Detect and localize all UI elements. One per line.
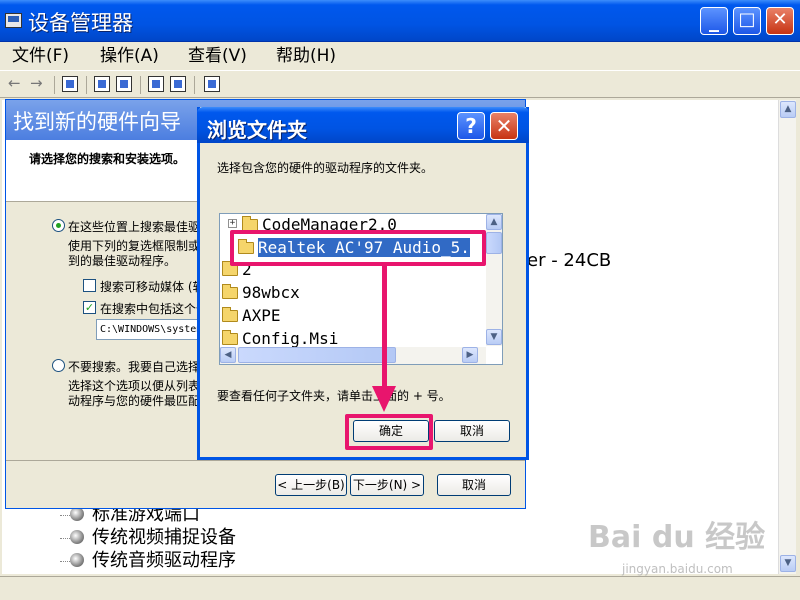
expand-plus-icon[interactable]: + — [228, 219, 237, 228]
folder-name: 98wbcx — [242, 283, 300, 302]
folder-item[interactable]: 98wbcx — [222, 282, 300, 304]
dialog-title-bar[interactable]: 浏览文件夹 ? ✕ — [197, 107, 529, 143]
scroll-thumb[interactable] — [486, 232, 502, 254]
tree-item-label: 传统视频捕捉设备 — [92, 527, 236, 548]
main-vertical-scrollbar[interactable]: ▲ ▼ — [778, 100, 796, 574]
help-icon[interactable] — [148, 76, 164, 92]
dialog-hint: 要查看任何子文件夹，请单击上面的 + 号。 — [217, 389, 451, 403]
main-title-bar[interactable]: 设备管理器 _ □ ✕ — [0, 0, 800, 42]
dialog-cancel-button[interactable]: 取消 — [434, 420, 510, 442]
toolbar: ← → — [0, 70, 800, 98]
folder-item[interactable]: AXPE — [222, 305, 281, 327]
tree-connector — [60, 561, 70, 562]
device-icon — [70, 530, 84, 544]
checkbox-removable-label[interactable]: 搜索可移动媒体 (软 — [100, 278, 205, 295]
tree-item-audio-drivers[interactable]: 传统音频驱动程序 — [70, 549, 236, 573]
baidu-watermark-url: jingyan.baidu.com — [622, 562, 733, 576]
scroll-down-arrow-icon[interactable]: ▼ — [486, 329, 502, 345]
dialog-instruction: 选择包含您的硬件的驱动程序的文件夹。 — [217, 161, 434, 175]
toolbar-separator — [194, 76, 195, 94]
tree-horizontal-scrollbar[interactable]: ◀ ▶ — [220, 347, 486, 364]
forward-arrow-icon[interactable]: → — [30, 75, 46, 91]
option-manual-label[interactable]: 不要搜索。我要自己选择 — [68, 358, 200, 375]
maximize-button[interactable]: □ — [733, 7, 761, 35]
tree-connector — [60, 515, 70, 516]
toolbar-separator — [140, 76, 141, 94]
dialog-title: 浏览文件夹 — [207, 118, 307, 142]
wizard-header-text: 请选择您的搜索和安装选项。 — [29, 152, 186, 166]
back-button[interactable]: < 上一步(B) — [275, 474, 347, 496]
annotation-arrow — [382, 262, 387, 390]
device-icon — [70, 507, 84, 521]
menu-view[interactable]: 查看(V) — [188, 42, 247, 70]
device-manager-icon — [5, 13, 22, 28]
baidu-watermark-logo: Bai du 经验 — [588, 520, 766, 555]
view-icon[interactable] — [170, 76, 186, 92]
checkbox-include-location[interactable]: ✓ — [83, 301, 96, 314]
browse-folder-dialog: 浏览文件夹 ? ✕ 选择包含您的硬件的驱动程序的文件夹。 + CodeManag… — [197, 107, 529, 460]
selection-highlight-box — [230, 230, 486, 266]
radio-dont-search[interactable] — [52, 359, 65, 372]
toolbar-separator — [54, 76, 55, 94]
wizard-divider — [6, 460, 525, 461]
scroll-up-arrow-icon[interactable]: ▲ — [486, 214, 502, 230]
scroll-down-arrow-icon[interactable]: ▼ — [780, 555, 796, 572]
help-question-icon[interactable]: ? — [457, 112, 485, 140]
status-bar — [0, 576, 800, 600]
device-icon — [70, 553, 84, 567]
tree-vertical-scrollbar[interactable]: ▲ ▼ — [486, 214, 502, 346]
tree-connector — [60, 538, 70, 539]
wizard-title: 找到新的硬件向导 — [13, 110, 181, 134]
dialog-close-button[interactable]: ✕ — [490, 112, 518, 140]
menu-file[interactable]: 文件(F) — [12, 42, 69, 70]
properties-icon[interactable] — [94, 76, 110, 92]
menu-help[interactable]: 帮助(H) — [276, 42, 336, 70]
option-search-label[interactable]: 在这些位置上搜索最佳驱 — [68, 218, 200, 235]
print-icon[interactable] — [116, 76, 132, 92]
ok-highlight-box — [345, 414, 433, 450]
close-button[interactable]: ✕ — [766, 7, 794, 35]
scroll-thumb[interactable] — [238, 347, 396, 363]
option-manual-desc: 动程序与您的硬件最匹配 — [68, 394, 201, 408]
folder-name: Config.Msi — [242, 329, 339, 348]
radio-search-locations[interactable] — [52, 219, 65, 232]
location-path-input[interactable]: C:\WINDOWS\system — [96, 319, 206, 340]
back-arrow-icon[interactable]: ← — [8, 75, 24, 91]
next-button[interactable]: 下一步(N) > — [350, 474, 424, 496]
option-search-desc: 到的最佳驱动程序。 — [68, 254, 177, 268]
annotation-arrow-head — [372, 386, 396, 412]
device-name-text: er - 24CB — [527, 250, 612, 271]
checkbox-removable-media[interactable] — [83, 279, 96, 292]
tree-item-video-capture[interactable]: 传统视频捕捉设备 — [70, 526, 236, 550]
folder-icon — [222, 330, 238, 345]
toolbar-separator — [86, 76, 87, 94]
scroll-up-arrow-icon[interactable]: ▲ — [780, 101, 796, 118]
folder-icon — [222, 284, 238, 299]
scan-hardware-icon[interactable] — [204, 76, 220, 92]
checkbox-include-label[interactable]: 在搜索中包括这个位 — [100, 300, 208, 317]
scroll-left-arrow-icon[interactable]: ◀ — [220, 347, 236, 363]
wizard-cancel-button[interactable]: 取消 — [437, 474, 511, 496]
menu-action[interactable]: 操作(A) — [100, 42, 159, 70]
show-hide-tree-icon[interactable] — [62, 76, 78, 92]
folder-name: AXPE — [242, 306, 281, 325]
folder-icon — [222, 307, 238, 322]
scroll-right-arrow-icon[interactable]: ▶ — [462, 347, 478, 363]
menu-bar: 文件(F) 操作(A) 查看(V) 帮助(H) — [0, 42, 800, 70]
tree-item-label: 传统音频驱动程序 — [92, 550, 236, 571]
minimize-button[interactable]: _ — [700, 7, 728, 35]
window-title: 设备管理器 — [28, 11, 133, 35]
